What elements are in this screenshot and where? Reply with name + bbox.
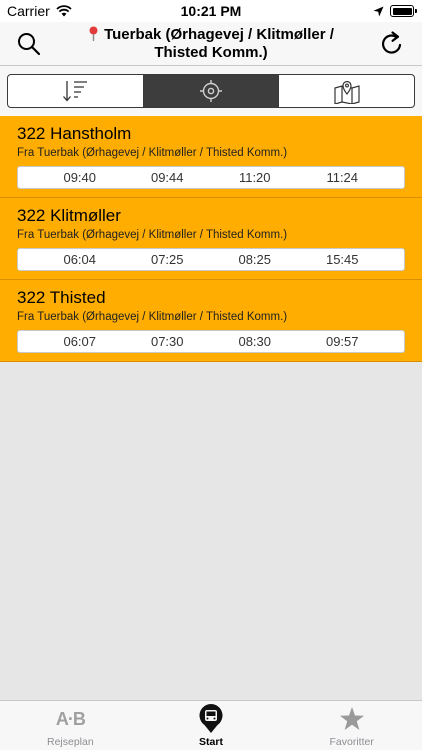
departure-times: 06:04 07:25 08:25 15:45 (17, 248, 405, 271)
departure-time: 09:40 (63, 170, 97, 185)
tab-rejseplan[interactable]: A·B Rejseplan (0, 701, 141, 750)
tab-favoritter[interactable]: Favoritter (281, 701, 422, 750)
refresh-icon[interactable] (378, 30, 406, 58)
segment-map[interactable] (279, 75, 414, 107)
journey-planner-icon-text: A·B (55, 708, 86, 729)
route-name: 322 Hanstholm (17, 124, 132, 143)
departure-time: 11:20 (238, 170, 271, 185)
departure-origin: Fra Tuerbak (Ørhagevej / Klitmøller / Th… (17, 147, 288, 159)
pin-icon (89, 26, 98, 41)
search-icon[interactable] (16, 31, 42, 57)
departure-time: 09:57 (325, 334, 359, 349)
departure-time: 11:24 (326, 170, 359, 185)
departure-times: 09:40 09:44 11:20 11:24 (17, 166, 405, 189)
departure-time: 06:04 (63, 252, 97, 267)
departure-time: 08:25 (238, 252, 272, 267)
status-bar: Carrier 10:21 PM (0, 0, 422, 22)
segment-nearby[interactable] (143, 75, 280, 107)
map-icon (334, 80, 360, 104)
departure-origin: Fra Tuerbak (Ørhagevej / Klitmøller / Th… (17, 229, 288, 241)
battery-icon (390, 5, 417, 17)
segment-sort[interactable] (8, 75, 144, 107)
tab-label: Favoritter (329, 736, 374, 748)
departure-card[interactable]: 322 Thisted Fra Tuerbak (Ørhagevej / Kli… (0, 280, 422, 362)
departure-time: 09:44 (150, 170, 184, 185)
journey-planner-icon: A·B (55, 705, 86, 733)
star-icon (339, 707, 364, 730)
departure-times: 06:07 07:30 08:30 09:57 (17, 330, 405, 353)
tab-bar: A·B Rejseplan Start Favoritter (0, 700, 422, 750)
page-title: Tuerbak (Ørhagevej / Klitmøller / Thiste… (70, 26, 352, 62)
departure-list: 322 Hanstholm Fra Tuerbak (Ørhagevej / K… (0, 116, 422, 362)
tab-label: Start (199, 736, 223, 748)
tab-start[interactable]: Start (141, 701, 282, 750)
location-arrow-icon (373, 6, 384, 16)
route-name: 322 Klitmøller (17, 206, 121, 225)
nav-header: Tuerbak (Ørhagevej / Klitmøller / Thiste… (0, 22, 422, 66)
segment-bar (0, 66, 422, 116)
departure-time: 07:25 (150, 252, 184, 267)
view-segmented-control (7, 74, 415, 108)
departure-time: 06:07 (63, 334, 97, 349)
departure-card[interactable]: 322 Hanstholm Fra Tuerbak (Ørhagevej / K… (0, 116, 422, 198)
departure-time: 15:45 (325, 252, 359, 267)
crosshair-icon (200, 80, 222, 102)
route-name: 322 Thisted (17, 288, 106, 307)
stop-name: Tuerbak (Ørhagevej / Klitmøller / Thiste… (104, 26, 334, 61)
carrier-label: Carrier (7, 3, 50, 19)
sort-list-icon (63, 81, 88, 102)
departure-time: 08:30 (238, 334, 272, 349)
departure-card[interactable]: 322 Klitmøller Fra Tuerbak (Ørhagevej / … (0, 198, 422, 280)
departure-origin: Fra Tuerbak (Ørhagevej / Klitmøller / Th… (17, 311, 288, 323)
departure-time: 07:30 (150, 334, 184, 349)
tab-label: Rejseplan (46, 736, 94, 748)
wifi-icon (56, 5, 72, 17)
bus-stop-icon (199, 704, 223, 733)
